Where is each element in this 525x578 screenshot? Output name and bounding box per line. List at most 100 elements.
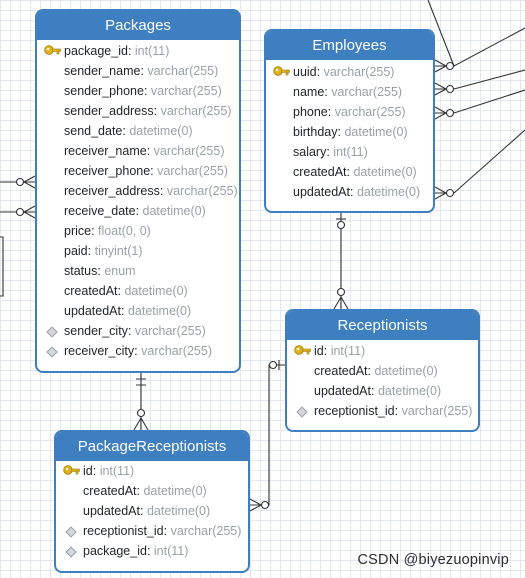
field-name: updatedAt bbox=[293, 185, 350, 199]
field-type: datetime(0) bbox=[377, 384, 442, 398]
field-type: varchar(255) bbox=[150, 84, 222, 98]
index-diamond-icon bbox=[43, 321, 61, 341]
field-name: updatedAt bbox=[64, 304, 121, 318]
field-name: price bbox=[64, 224, 92, 238]
field-row[interactable]: id: int(11) bbox=[287, 341, 478, 361]
field-name: sender_name bbox=[64, 64, 141, 78]
field-type: varchar(255) bbox=[401, 404, 473, 418]
field-name: paid bbox=[64, 244, 88, 258]
field-name: receiver_city bbox=[64, 344, 135, 358]
field-row[interactable]: phone: varchar(255) bbox=[266, 102, 433, 122]
field-type: datetime(0) bbox=[142, 204, 206, 218]
entity-title: Employees bbox=[266, 31, 433, 60]
field-row[interactable]: sender_address: varchar(255) bbox=[37, 101, 239, 121]
field-type: enum bbox=[104, 264, 136, 278]
field-row[interactable]: package_id: int(11) bbox=[37, 41, 239, 61]
field-row[interactable]: receive_date: datetime(0) bbox=[37, 201, 239, 221]
field-name: updatedAt bbox=[83, 504, 140, 518]
field-type: varchar(255) bbox=[166, 184, 238, 198]
index-diamond-icon bbox=[43, 341, 61, 361]
field-list: id: int(11) createdAt: datetime(0) updated… bbox=[287, 340, 478, 421]
field-row[interactable]: salary: int(11) bbox=[266, 142, 433, 162]
field-name: package_id bbox=[83, 544, 147, 558]
entity-title: Receptionists bbox=[287, 311, 478, 340]
field-row[interactable]: updatedAt: datetime(0) bbox=[287, 381, 478, 401]
field-name: uuid bbox=[293, 65, 317, 79]
field-name: status bbox=[64, 264, 98, 278]
field-row[interactable]: sender_name: varchar(255) bbox=[37, 61, 239, 81]
index-diamond-icon bbox=[293, 401, 311, 421]
field-type: varchar(255) bbox=[170, 524, 242, 538]
field-row[interactable]: receiver_phone: varchar(255) bbox=[37, 161, 239, 181]
field-name: receptionist_id bbox=[314, 404, 395, 418]
index-diamond-icon bbox=[62, 541, 80, 561]
field-name: receive_date bbox=[64, 204, 136, 218]
field-row[interactable]: receptionist_id: varchar(255) bbox=[56, 521, 248, 541]
field-name: sender_city bbox=[64, 324, 128, 338]
field-row[interactable]: price: float(0, 0) bbox=[37, 221, 239, 241]
entity-title: Packages bbox=[37, 11, 239, 40]
field-type: datetime(0) bbox=[146, 504, 211, 518]
entity-package-receptionists[interactable]: PackageReceptionists id: int(11) createdA… bbox=[54, 430, 250, 573]
field-row[interactable]: sender_city: varchar(255) bbox=[37, 321, 239, 341]
field-row[interactable]: createdAt: datetime(0) bbox=[56, 481, 248, 501]
key-icon bbox=[43, 41, 61, 61]
key-icon bbox=[293, 341, 311, 361]
field-name: id bbox=[314, 344, 324, 358]
field-name: receiver_name bbox=[64, 144, 147, 158]
field-row[interactable]: updatedAt: datetime(0) bbox=[266, 182, 433, 202]
field-type: varchar(255) bbox=[323, 65, 395, 79]
field-type: datetime(0) bbox=[143, 484, 207, 498]
field-row[interactable]: updatedAt: datetime(0) bbox=[56, 501, 248, 521]
field-name: createdAt bbox=[64, 284, 118, 298]
entity-employees[interactable]: Employees uuid: varchar(255) name: varcha… bbox=[264, 29, 435, 213]
field-type: datetime(0) bbox=[344, 125, 408, 139]
field-row[interactable]: id: int(11) bbox=[56, 461, 248, 481]
field-name: birthday bbox=[293, 125, 338, 139]
field-row[interactable]: createdAt: datetime(0) bbox=[287, 361, 478, 381]
field-row[interactable]: createdAt: datetime(0) bbox=[37, 281, 239, 301]
entity-packages[interactable]: Packages package_id: int(11) sender_name:… bbox=[35, 9, 241, 373]
field-type: int(11) bbox=[99, 464, 135, 478]
field-row[interactable]: receiver_name: varchar(255) bbox=[37, 141, 239, 161]
field-row[interactable]: receiver_city: varchar(255) bbox=[37, 341, 239, 361]
field-row[interactable]: createdAt: datetime(0) bbox=[266, 162, 433, 182]
field-type: varchar(255) bbox=[331, 85, 403, 99]
field-row[interactable]: package_id: int(11) bbox=[56, 541, 248, 561]
field-name: name bbox=[293, 85, 325, 99]
field-row[interactable]: receptionist_id: varchar(255) bbox=[287, 401, 478, 421]
field-type: varchar(255) bbox=[160, 104, 232, 118]
field-name: package_id bbox=[64, 44, 128, 58]
relation-offscreen-employees-2 bbox=[435, 27, 525, 67]
relation-offscreen-employees-5 bbox=[435, 129, 525, 194]
field-name: send_date bbox=[64, 124, 123, 138]
field-row[interactable]: name: varchar(255) bbox=[266, 82, 433, 102]
field-name: updatedAt bbox=[314, 384, 371, 398]
field-row[interactable]: send_date: datetime(0) bbox=[37, 121, 239, 141]
field-type: int(11) bbox=[153, 544, 189, 558]
field-list: id: int(11) createdAt: datetime(0) updated… bbox=[56, 461, 248, 561]
field-name: receiver_phone bbox=[64, 164, 151, 178]
field-row[interactable]: updatedAt: datetime(0) bbox=[37, 301, 239, 321]
entity-title: PackageReceptionists bbox=[56, 432, 248, 461]
field-name: id bbox=[83, 464, 93, 478]
field-row[interactable]: uuid: varchar(255) bbox=[266, 62, 433, 82]
field-row[interactable]: paid: tinyint(1) bbox=[37, 241, 239, 261]
field-row[interactable]: sender_phone: varchar(255) bbox=[37, 81, 239, 101]
field-name: createdAt bbox=[314, 364, 368, 378]
relation-receptionists-packagereceptionists bbox=[250, 364, 285, 506]
field-type: float(0, 0) bbox=[98, 224, 151, 238]
field-row[interactable]: status: enum bbox=[37, 261, 239, 281]
entity-receptionists[interactable]: Receptionists id: int(11) createdAt: date… bbox=[285, 309, 480, 432]
field-name: createdAt bbox=[83, 484, 137, 498]
field-row[interactable]: birthday: datetime(0) bbox=[266, 122, 433, 142]
field-type: datetime(0) bbox=[129, 124, 193, 138]
key-icon bbox=[62, 461, 80, 481]
field-type: datetime(0) bbox=[353, 165, 417, 179]
field-type: int(11) bbox=[330, 344, 366, 358]
field-type: varchar(255) bbox=[141, 344, 212, 358]
field-list: package_id: int(11) sender_name: varchar(… bbox=[37, 40, 239, 361]
field-row[interactable]: receiver_address: varchar(255) bbox=[37, 181, 239, 201]
index-diamond-icon bbox=[62, 521, 80, 541]
field-type: datetime(0) bbox=[356, 185, 421, 199]
